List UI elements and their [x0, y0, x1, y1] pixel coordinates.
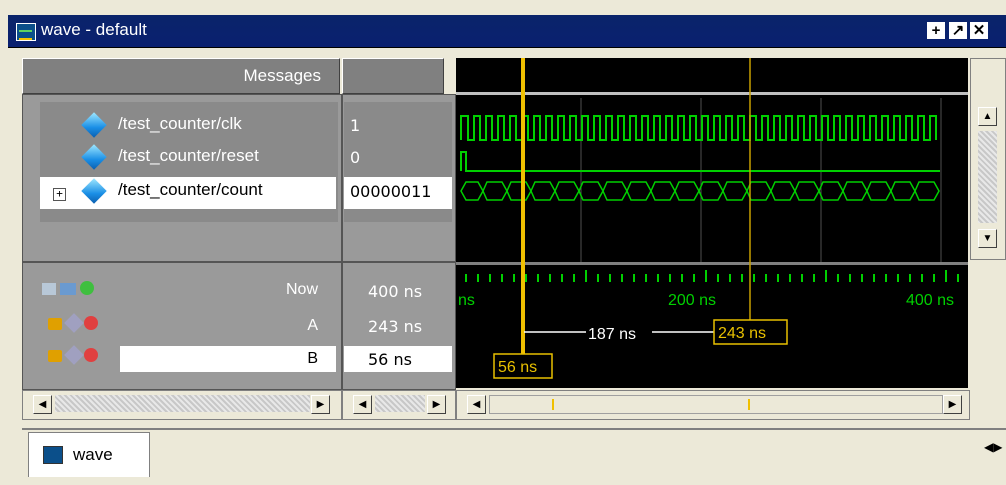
delta-label: 187 ns [588, 326, 636, 343]
wave-vscrollbar[interactable]: ▲ ▼ [970, 58, 1006, 260]
tab-wave-label: wave [73, 445, 113, 464]
scroll-up-icon[interactable]: ▲ [978, 107, 997, 126]
close-button[interactable]: ✕ [970, 22, 988, 39]
scrollbar-track[interactable] [375, 395, 425, 412]
tab-strip-line [22, 428, 1006, 430]
messages-header: Messages [22, 58, 340, 94]
window-title: wave - default [41, 20, 147, 39]
messages-header-label: Messages [243, 66, 321, 85]
wave-divider [456, 92, 968, 95]
scroll-left-icon[interactable]: ◀ [467, 395, 486, 414]
wave-window-icon [16, 23, 36, 41]
tick-label: 200 ns [668, 292, 716, 309]
cursor-label-a: A [307, 317, 318, 334]
add-cursor-icon[interactable] [42, 283, 56, 295]
lock-icon[interactable] [48, 318, 62, 330]
values-header [342, 58, 444, 94]
signal-value-clk: 1 [350, 116, 361, 135]
cursor-b-marker [552, 399, 554, 410]
delete-cursor-icon[interactable] [84, 316, 98, 330]
cursor-value-b: 56 ns [368, 350, 412, 369]
cursor-b-label: 56 ns [498, 359, 537, 376]
signal-value-reset: 0 [350, 148, 361, 167]
signal-name-reset[interactable]: /test_counter/reset [118, 146, 259, 166]
dock-button[interactable]: + [927, 22, 945, 39]
count-waveform [460, 181, 940, 201]
cursor-label-now: Now [285, 281, 318, 298]
scrollbar-thumb[interactable] [489, 395, 943, 414]
waveform-canvas[interactable]: ns 200 ns 400 ns 187 ns 243 ns 56 ns [456, 58, 968, 388]
cursor-value-a: 243 ns [368, 317, 423, 336]
timeline-divider [456, 262, 968, 265]
scroll-right-icon[interactable]: ▶ [427, 395, 446, 414]
scroll-left-icon[interactable]: ◀ [353, 395, 372, 414]
window-titlebar: wave - default + ↗ ✕ [8, 15, 1006, 48]
values-hscrollbar[interactable]: ◀ ▶ [342, 390, 456, 420]
clk-waveform [460, 115, 937, 141]
wave-hscrollbar[interactable]: ◀ ▶ [456, 390, 970, 420]
scroll-right-icon[interactable]: ▶ [943, 395, 962, 414]
cursor-label-b: B [307, 350, 318, 367]
cursor-properties-icon[interactable] [60, 283, 76, 295]
tab-scroll-icon[interactable]: ◀▶ [984, 440, 1002, 454]
tab-wave[interactable]: wave [28, 432, 150, 477]
delete-cursor-icon[interactable] [84, 348, 98, 362]
names-hscrollbar[interactable]: ◀ ▶ [22, 390, 342, 420]
cursor-b-row[interactable] [120, 346, 336, 372]
timeline-ticks [465, 270, 959, 282]
scroll-down-icon[interactable]: ▼ [978, 229, 997, 248]
cursor-a-label: 243 ns [718, 325, 766, 342]
lock-icon[interactable] [48, 350, 62, 362]
scrollbar-track[interactable] [55, 395, 310, 412]
expand-icon[interactable]: + [53, 188, 66, 201]
signal-value-count: 00000011 [350, 182, 432, 201]
undock-button[interactable]: ↗ [949, 22, 967, 39]
signal-name-count[interactable]: /test_counter/count [118, 180, 263, 200]
wave-area[interactable]: ns 200 ns 400 ns 187 ns 243 ns 56 ns [456, 58, 968, 388]
vscroll-track[interactable] [978, 131, 997, 223]
signal-name-clk[interactable]: /test_counter/clk [118, 114, 242, 134]
tick-label: 400 ns [906, 292, 954, 309]
scroll-right-icon[interactable]: ▶ [311, 395, 330, 414]
tick-label: ns [458, 292, 475, 309]
scroll-left-icon[interactable]: ◀ [33, 395, 52, 414]
insert-cursor-icon[interactable] [80, 281, 94, 295]
cursor-a-marker [748, 399, 750, 410]
cursor-value-now: 400 ns [368, 282, 423, 301]
wave-tab-icon [43, 446, 63, 464]
cursor-toolbar [40, 280, 120, 300]
